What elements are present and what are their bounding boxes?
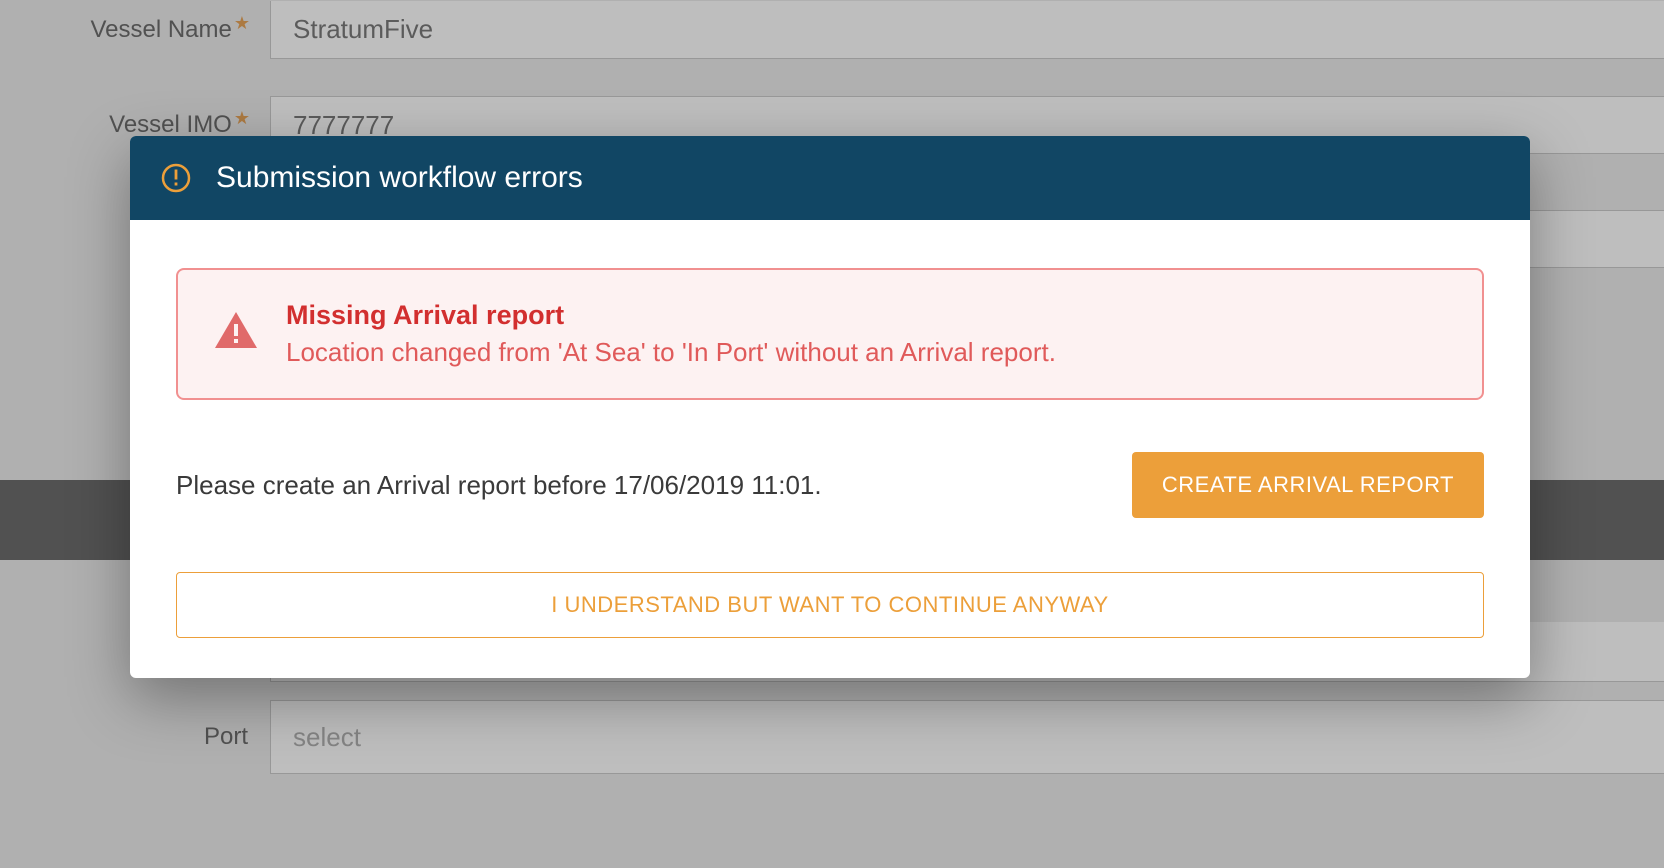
create-arrival-report-button[interactable]: CREATE ARRIVAL REPORT — [1132, 452, 1484, 518]
warning-circle-icon — [160, 162, 192, 194]
modal-body: Missing Arrival report Location changed … — [130, 220, 1530, 678]
alert-description: Location changed from 'At Sea' to 'In Po… — [286, 337, 1056, 368]
workflow-errors-modal: Submission workflow errors Missing Arriv… — [130, 136, 1530, 678]
modal-header: Submission workflow errors — [130, 136, 1530, 220]
continue-anyway-button[interactable]: I UNDERSTAND BUT WANT TO CONTINUE ANYWAY — [176, 572, 1484, 638]
action-row: Please create an Arrival report before 1… — [176, 452, 1484, 518]
error-alert: Missing Arrival report Location changed … — [176, 268, 1484, 400]
prompt-text: Please create an Arrival report before 1… — [176, 470, 822, 501]
alert-title: Missing Arrival report — [286, 300, 1056, 331]
modal-title: Submission workflow errors — [216, 161, 583, 195]
alert-text-block: Missing Arrival report Location changed … — [286, 300, 1056, 368]
warning-triangle-icon — [214, 310, 258, 350]
